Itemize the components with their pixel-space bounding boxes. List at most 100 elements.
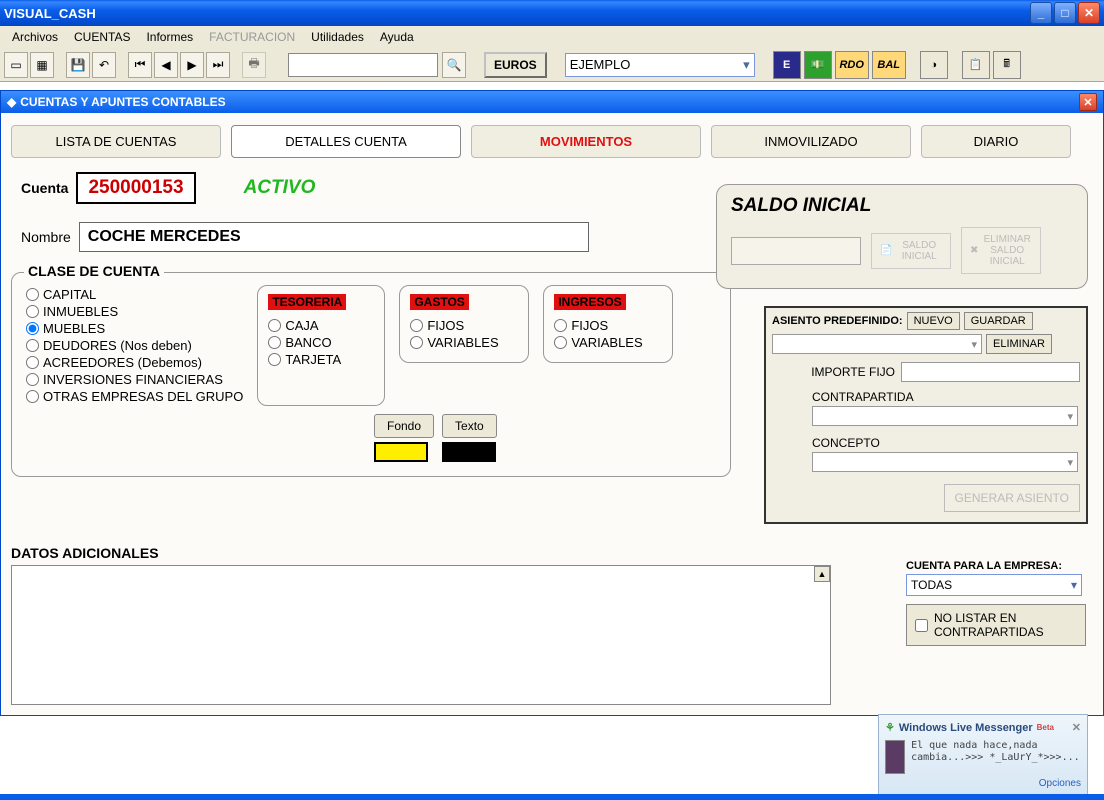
menu-archivos[interactable]: Archivos (4, 28, 66, 46)
fondo-swatch[interactable] (374, 442, 428, 462)
gastos-header: GASTOS (410, 294, 468, 310)
datos-label: DATOS ADICIONALES (11, 545, 1093, 561)
radio-ing-fijos[interactable]: FIJOS (554, 318, 662, 333)
saldo-inicial-button: 📄SALDO INICIAL (871, 233, 951, 269)
next-icon[interactable]: ▶ (180, 52, 204, 78)
eliminar-saldo-button: ✖ELIMINAR SALDO INICIAL (961, 227, 1041, 274)
datos-textarea[interactable]: ▲ (11, 565, 831, 705)
asiento-combo[interactable]: ▾ (772, 334, 982, 354)
asiento-title: ASIENTO PREDEFINIDO: (772, 315, 903, 327)
last-icon[interactable]: ⏭ (206, 52, 230, 78)
radio-capital[interactable]: CAPITAL (26, 287, 243, 302)
tab-lista[interactable]: LISTA DE CUENTAS (11, 125, 221, 158)
saldo-inicial-box: SALDO INICIAL 📄SALDO INICIAL ✖ELIMINAR S… (716, 184, 1088, 289)
euros-button[interactable]: EUROS (484, 52, 547, 78)
nuevo-button[interactable]: NUEVO (907, 312, 960, 330)
nolistar-check[interactable]: NO LISTAR EN CONTRAPARTIDAS (906, 604, 1086, 646)
find-icon[interactable]: 🔍 (442, 52, 466, 78)
grid-icon[interactable]: ▦ (30, 52, 54, 78)
child-close-button[interactable]: ✕ (1079, 93, 1097, 111)
radio-muebles[interactable]: MUEBLES (26, 321, 243, 336)
avatar (885, 740, 905, 774)
clase-radio-column: CAPITAL INMUEBLES MUEBLES DEUDORES (Nos … (26, 285, 243, 406)
radio-gastos-variables[interactable]: VARIABLES (410, 335, 518, 350)
radio-caja[interactable]: CAJA (268, 318, 374, 333)
saldo-input[interactable] (731, 237, 861, 265)
concepto-label: CONCEPTO (812, 436, 1080, 450)
list-icon[interactable]: 📋 (962, 51, 990, 79)
texto-button[interactable]: Texto (442, 414, 497, 438)
minimize-button[interactable]: _ (1030, 2, 1052, 24)
prev-icon[interactable]: ◀ (154, 52, 178, 78)
money-icon[interactable]: 💵 (804, 51, 832, 79)
scroll-up-icon[interactable]: ▲ (814, 566, 830, 582)
radio-otras[interactable]: OTRAS EMPRESAS DEL GRUPO (26, 389, 243, 404)
child-title: CUENTAS Y APUNTES CONTABLES (20, 95, 225, 109)
cuenta-value: 250000153 (76, 172, 195, 204)
asiento-box: ASIENTO PREDEFINIDO: NUEVO GUARDAR ▾ ELI… (764, 306, 1088, 524)
tab-detalles[interactable]: DETALLES CUENTA (231, 125, 461, 158)
search-input[interactable] (288, 53, 438, 77)
company-combo[interactable]: EJEMPLO ▾ (565, 53, 755, 77)
generar-button: GENERAR ASIENTO (944, 484, 1080, 512)
messenger-toast: ⚘ Windows Live Messenger Beta ✕ El que n… (878, 714, 1088, 796)
nombre-input[interactable] (79, 222, 589, 252)
bal-button[interactable]: BAL (872, 51, 906, 79)
clase-title: CLASE DE CUENTA (24, 263, 164, 279)
eliminar-button[interactable]: ELIMINAR (986, 334, 1052, 354)
cuenta-label: Cuenta (21, 180, 68, 196)
first-icon[interactable]: ⏮ (128, 52, 152, 78)
empresa-combo[interactable]: TODAS▾ (906, 574, 1082, 596)
chart-icon[interactable]: ◑ (920, 51, 948, 79)
radio-tarjeta[interactable]: TARJETA (268, 352, 374, 367)
tab-diario[interactable]: DIARIO (921, 125, 1071, 158)
importe-input[interactable] (901, 362, 1080, 382)
tab-movimientos[interactable]: MOVIMIENTOS (471, 125, 701, 158)
radio-ing-variables[interactable]: VARIABLES (554, 335, 662, 350)
radio-banco[interactable]: BANCO (268, 335, 374, 350)
radio-deudores[interactable]: DEUDORES (Nos deben) (26, 338, 243, 353)
save-icon[interactable]: 💾 (66, 52, 90, 78)
gastos-box: GASTOS FIJOS VARIABLES (399, 285, 529, 363)
guardar-button[interactable]: GUARDAR (964, 312, 1033, 330)
tabs: LISTA DE CUENTAS DETALLES CUENTA MOVIMIE… (11, 125, 1093, 158)
print-icon: 🖶 (242, 52, 266, 78)
menu-facturacion: FACTURACION (201, 28, 303, 46)
concepto-combo[interactable]: ▾ (812, 452, 1078, 472)
undo-icon[interactable]: ↶ (92, 52, 116, 78)
importe-label: IMPORTE FIJO (811, 365, 895, 379)
rdo-button[interactable]: RDO (835, 51, 869, 79)
beta-badge: Beta (1037, 723, 1054, 732)
menu-cuentas[interactable]: CUENTAS (66, 28, 138, 46)
ingresos-box: INGRESOS FIJOS VARIABLES (543, 285, 673, 363)
toast-options[interactable]: Opciones (885, 778, 1081, 789)
toolbar: ▭ ▦ 💾 ↶ ⏮ ◀ ▶ ⏭ 🖶 🔍 EUROS EJEMPLO ▾ E 💵 … (0, 48, 1104, 82)
texto-swatch[interactable] (442, 442, 496, 462)
menu-informes[interactable]: Informes (138, 28, 201, 46)
radio-inversiones[interactable]: INVERSIONES FINANCIERAS (26, 372, 243, 387)
tesoreria-header: TESORERIA (268, 294, 346, 310)
saldo-title: SALDO INICIAL (731, 195, 1073, 217)
fondo-button[interactable]: Fondo (374, 414, 434, 438)
bottom-border (0, 794, 1104, 800)
menu-ayuda[interactable]: Ayuda (372, 28, 422, 46)
contra-combo[interactable]: ▾ (812, 406, 1078, 426)
nombre-label: Nombre (21, 229, 71, 245)
ingresos-header: INGRESOS (554, 294, 625, 310)
nolistar-checkbox[interactable] (915, 619, 928, 632)
menu-utilidades[interactable]: Utilidades (303, 28, 372, 46)
radio-acreedores[interactable]: ACREEDORES (Debemos) (26, 355, 243, 370)
activo-label: ACTIVO (244, 177, 316, 199)
radio-inmuebles[interactable]: INMUEBLES (26, 304, 243, 319)
maximize-button[interactable]: □ (1054, 2, 1076, 24)
radio-gastos-fijos[interactable]: FIJOS (410, 318, 518, 333)
e-icon[interactable]: E (773, 51, 801, 79)
clase-fieldset: CLASE DE CUENTA CAPITAL INMUEBLES MUEBLE… (11, 272, 731, 477)
close-button[interactable]: ✕ (1078, 2, 1100, 24)
new-icon[interactable]: ▭ (4, 52, 28, 78)
app-titlebar: VISUAL_CASH _ □ ✕ (0, 0, 1104, 26)
empresa-label: CUENTA PARA LA EMPRESA: (906, 560, 1086, 572)
tab-inmovilizado[interactable]: INMOVILIZADO (711, 125, 911, 158)
calc-icon[interactable]: 🖩 (993, 51, 1021, 79)
toast-close-icon[interactable]: ✕ (1072, 721, 1081, 734)
